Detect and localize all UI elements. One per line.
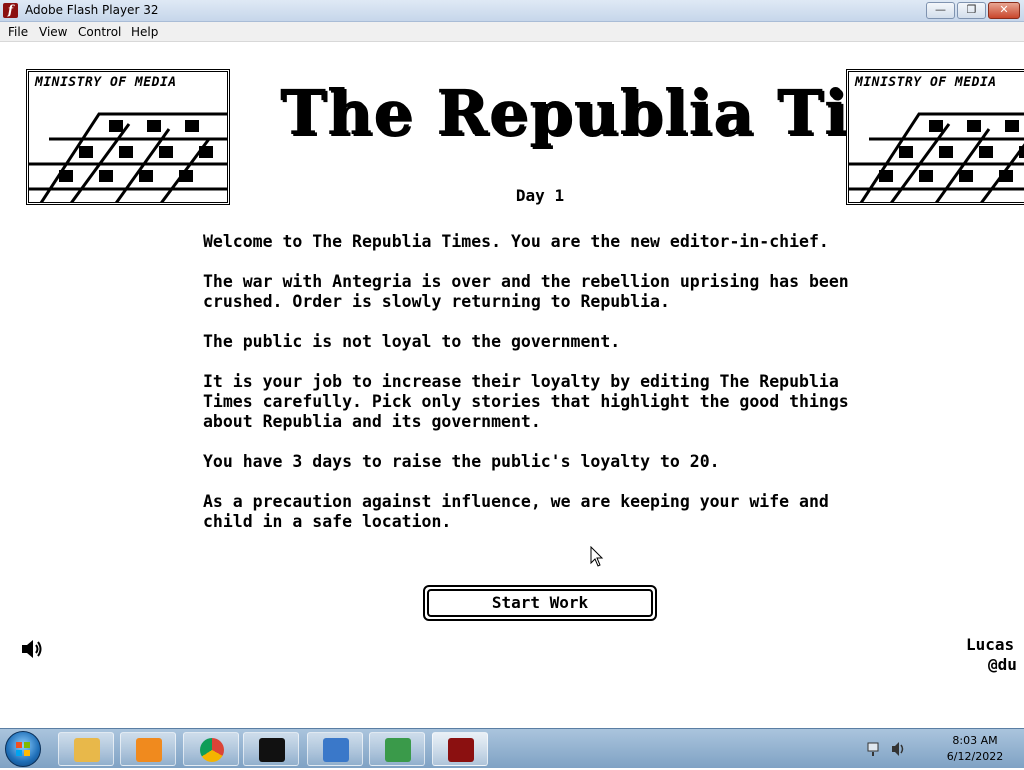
intro-paragraph: It is your job to increase their loyalty… <box>203 372 849 431</box>
start-button[interactable] <box>5 731 41 767</box>
credit-name: Lucas <box>966 635 1015 654</box>
chrome-taskbar-button[interactable] <box>183 732 239 766</box>
ministry-label: MINISTRY OF MEDIA <box>855 75 997 90</box>
minimize-button[interactable]: — <box>926 2 955 19</box>
control-panel-icon <box>323 738 349 762</box>
intro-paragraph: As a precaution against influence, we ar… <box>203 492 829 531</box>
cmd-taskbar-button[interactable] <box>243 732 299 766</box>
flash-taskbar-button[interactable] <box>432 732 488 766</box>
day-indicator: Day 1 <box>515 186 565 205</box>
mouse-cursor-icon <box>590 546 604 567</box>
credit-handle: @du <box>988 655 1017 674</box>
speaker-icon[interactable] <box>20 638 44 660</box>
system-tray[interactable] <box>866 739 912 759</box>
intro-paragraph: The public is not loyal to the governmen… <box>203 332 621 351</box>
flash-player-icon <box>448 738 474 762</box>
window-title-bar[interactable]: f Adobe Flash Player 32 — ❐ ✕ <box>0 0 1024 22</box>
network-icon <box>385 738 411 762</box>
ministry-of-media-logo-left: MINISTRY OF MEDIA <box>26 69 230 205</box>
network-taskbar-button[interactable] <box>369 732 425 766</box>
menu-view[interactable]: View <box>39 25 67 39</box>
intro-paragraph: You have 3 days to raise the public's lo… <box>203 452 720 471</box>
window-title: Adobe Flash Player 32 <box>25 3 159 17</box>
maximize-button[interactable]: ❐ <box>957 2 986 19</box>
intro-paragraph: Welcome to The Republia Times. You are t… <box>203 232 829 251</box>
system-clock[interactable]: 8:03 AM 6/12/2022 <box>940 733 1010 765</box>
menu-file[interactable]: File <box>8 25 28 39</box>
windows-logo-icon <box>16 742 30 756</box>
start-work-label: Start Work <box>427 589 653 617</box>
menu-control[interactable]: Control <box>78 25 121 39</box>
flash-game-area[interactable]: MINISTRY OF MEDIA The Republia Times MIN… <box>0 42 1024 728</box>
clock-time: 8:03 AM <box>952 734 998 747</box>
clock-date: 6/12/2022 <box>946 750 1004 763</box>
close-button[interactable]: ✕ <box>988 2 1020 19</box>
building-icon <box>29 112 227 202</box>
folder-icon <box>74 738 100 762</box>
building-icon <box>849 112 1024 202</box>
control-panel-taskbar-button[interactable] <box>307 732 363 766</box>
intro-text: Welcome to The Republia Times. You are t… <box>203 232 883 552</box>
flash-player-icon: f <box>3 3 18 18</box>
volume-tray-icon <box>892 742 904 756</box>
newspaper-masthead: The Republia Times <box>280 76 992 149</box>
menu-help[interactable]: Help <box>131 25 158 39</box>
intro-paragraph: The war with Antegria is over and the re… <box>203 272 849 311</box>
command-prompt-icon <box>259 738 285 762</box>
explorer-taskbar-button[interactable] <box>58 732 114 766</box>
menu-bar: File View Control Help <box>0 22 1024 42</box>
author-credit: Lucas @du <box>966 635 1017 675</box>
ministry-of-media-logo-right: MINISTRY OF MEDIA <box>846 69 1024 205</box>
chrome-icon <box>200 738 224 762</box>
taskbar: 8:03 AM 6/12/2022 <box>0 728 1024 768</box>
network-tray-icon <box>867 742 879 756</box>
start-work-button[interactable]: Start Work <box>423 585 657 621</box>
media-player-icon <box>136 738 162 762</box>
ministry-label: MINISTRY OF MEDIA <box>35 75 177 90</box>
media-player-taskbar-button[interactable] <box>120 732 176 766</box>
